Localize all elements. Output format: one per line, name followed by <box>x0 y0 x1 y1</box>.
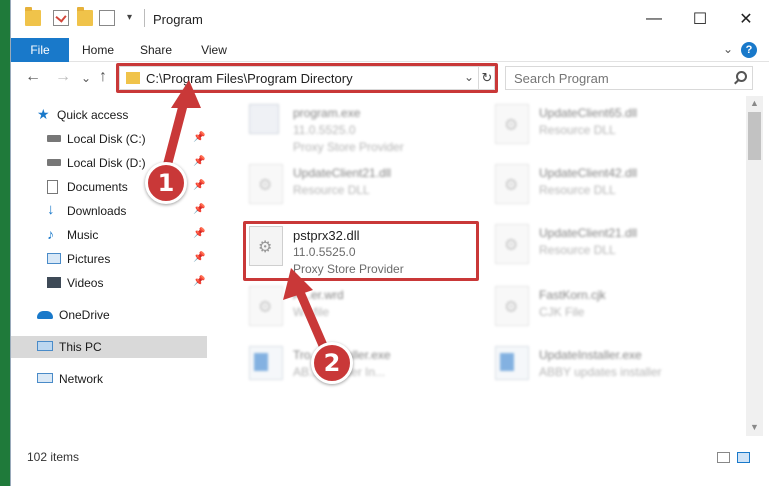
step-badge-2: 2 <box>311 342 353 384</box>
arrow-1-head <box>171 80 201 108</box>
annotation-arrows <box>160 80 330 355</box>
arrow-2-shaft <box>294 285 330 355</box>
explorer-window: ▾ Program — ☐ ✕ File Home Share View ⌄ ?… <box>10 0 769 486</box>
step-badge-1: 1 <box>145 162 187 204</box>
